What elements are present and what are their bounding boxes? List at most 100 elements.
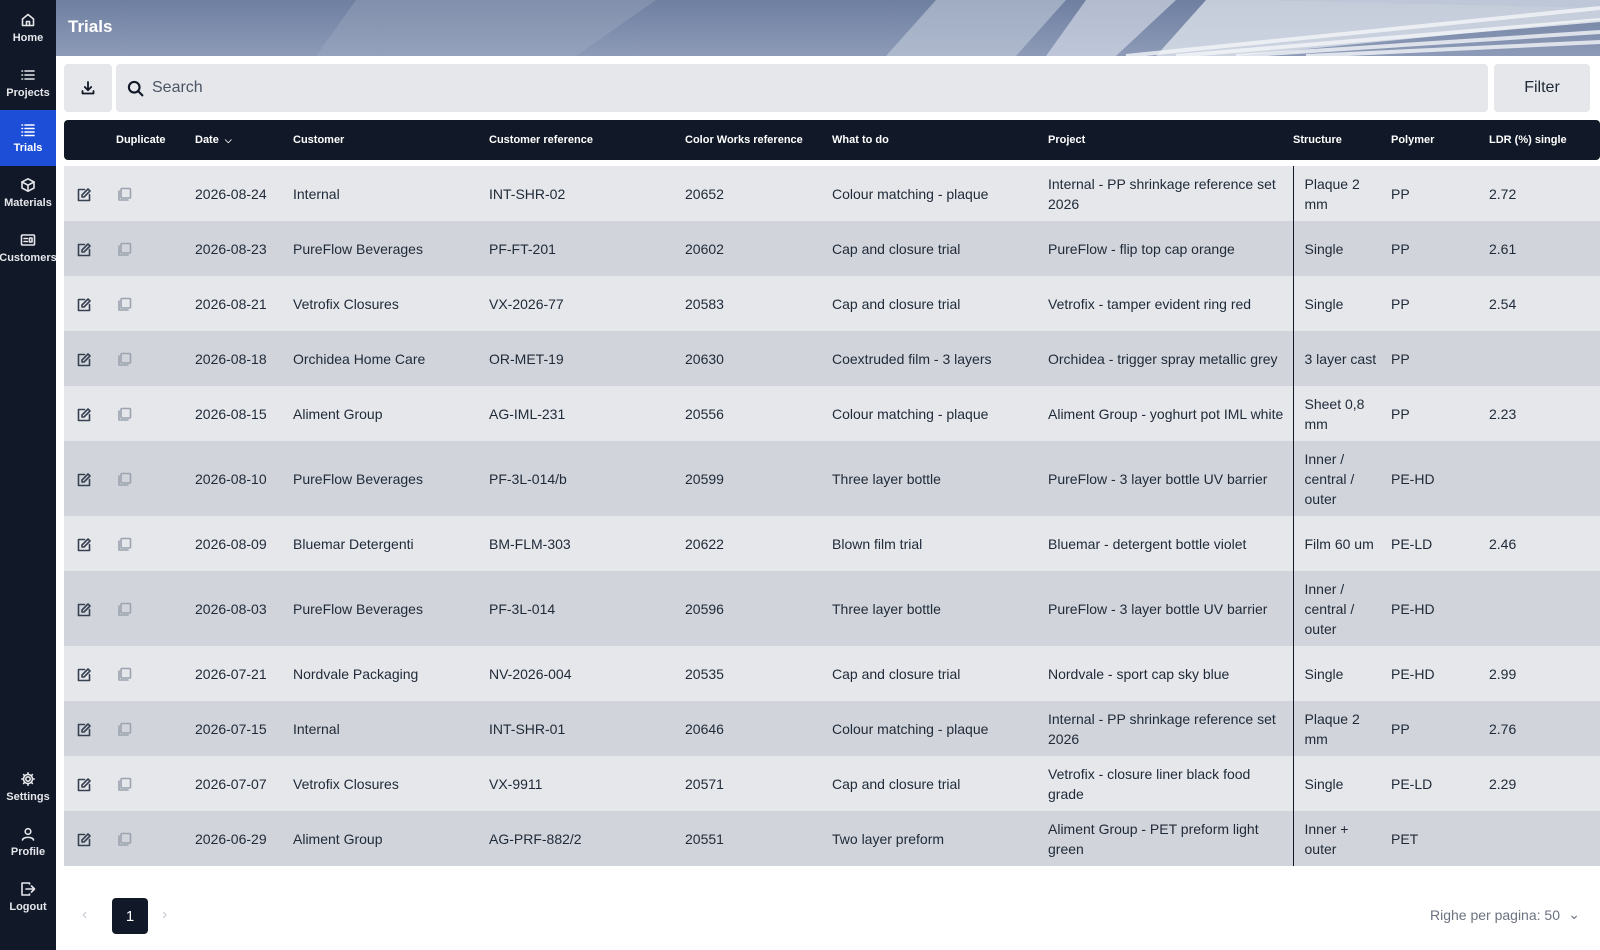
nav-customers[interactable]: Customers (0, 220, 57, 276)
cell-ldr: 2.72 (1489, 185, 1517, 202)
edit-button[interactable] (64, 646, 116, 701)
search-input[interactable] (150, 78, 1454, 98)
edit-button[interactable] (64, 166, 116, 221)
table-row[interactable]: 2026-08-15 Aliment Group AG-IML-231 20556 Co… (64, 386, 1600, 441)
edit-button[interactable] (64, 701, 116, 756)
search-bar[interactable] (116, 64, 1488, 112)
cell-polymer: PET (1391, 830, 1419, 847)
cell-cw-ref: 20622 (685, 535, 724, 552)
edit-button[interactable] (64, 811, 116, 866)
duplicate-button[interactable] (116, 166, 195, 221)
cell-date: 2026-07-21 (195, 665, 267, 682)
edit-button[interactable] (64, 756, 116, 811)
cell-customer-ref: AG-IML-231 (489, 405, 566, 422)
table-row[interactable]: 2026-08-09 Bluemar Detergenti BM-FLM-303 20… (64, 516, 1600, 571)
duplicate-button[interactable] (116, 516, 195, 571)
duplicate-icon (118, 297, 132, 311)
sidebar: Home Projects Trials Materials Customers… (0, 0, 57, 950)
duplicate-button[interactable] (116, 701, 195, 756)
cell-what-to-do: Two layer preform (832, 830, 945, 847)
nav-projects[interactable]: Projects (0, 55, 56, 111)
table-row[interactable]: 2026-06-29 Aliment Group AG-PRF-882/2 20551… (64, 811, 1600, 866)
home-icon (21, 13, 35, 27)
edit-icon (77, 667, 91, 682)
nav-trials[interactable]: Trials (0, 110, 56, 166)
cell-cw-ref: 20556 (685, 405, 724, 422)
table-row[interactable]: 2026-07-15 Internal INT-SHR-01 20646 Colour … (64, 701, 1600, 756)
cell-cw-ref: 20646 (685, 720, 724, 737)
duplicate-button[interactable] (116, 331, 195, 386)
cell-customer: Aliment Group (293, 405, 383, 422)
duplicate-button[interactable] (116, 276, 195, 331)
nav-settings[interactable]: Settings (0, 759, 56, 815)
nav-trials-label: Trials (13, 142, 43, 154)
cell-date: 2026-08-10 (195, 470, 267, 487)
logout-icon (21, 882, 36, 896)
edit-icon (77, 352, 91, 367)
filter-button[interactable]: Filter (1494, 64, 1590, 112)
edit-button[interactable] (64, 276, 116, 331)
table-row[interactable]: 2026-08-10 PureFlow Beverages PF-3L-014/b 2… (64, 441, 1600, 516)
duplicate-button[interactable] (116, 441, 195, 516)
cell-project: Orchidea - trigger spray metallic grey (1048, 350, 1278, 367)
table-row[interactable]: 2026-08-18 Orchidea Home Care OR-MET-19 206… (64, 331, 1600, 386)
chevron-down-icon[interactable]: ⌄ (1568, 906, 1580, 923)
duplicate-icon (118, 352, 132, 366)
cell-structure: Inner / central / outer (1292, 571, 1391, 646)
edit-button[interactable] (64, 441, 116, 516)
download-button[interactable] (64, 64, 112, 112)
edit-button[interactable] (64, 331, 116, 386)
duplicate-button[interactable] (116, 386, 195, 441)
cell-project: PureFlow - 3 layer bottle UV barrier (1048, 470, 1268, 487)
cell-customer-ref: VX-2026-77 (489, 295, 564, 312)
page-button-current[interactable]: 1 (112, 898, 148, 934)
edit-icon (77, 472, 91, 487)
pagination: ‹ 1 › Righe per pagina: 50 ⌄ (64, 896, 1600, 936)
edit-button[interactable] (64, 571, 116, 646)
cell-what-to-do: Three layer bottle (832, 600, 941, 617)
chevron-right-icon[interactable]: › (162, 906, 167, 924)
cell-project: Nordvale - sport cap sky blue (1048, 665, 1230, 682)
cell-customer-ref: BM-FLM-303 (489, 535, 571, 552)
col-polymer-header: Polymer (1391, 134, 1435, 146)
box-icon (21, 178, 35, 192)
col-date-header[interactable]: Date ⌵ (195, 120, 293, 160)
cell-ldr: 2.46 (1489, 535, 1517, 552)
cell-customer: Bluemar Detergenti (293, 535, 414, 552)
cell-project: Internal - PP shrinkage reference set 20… (1048, 175, 1276, 212)
cell-customer: Internal (293, 185, 340, 202)
table-row[interactable]: 2026-08-03 PureFlow Beverages PF-3L-014 205… (64, 571, 1600, 646)
cell-structure: Single (1292, 221, 1391, 276)
chevron-left-icon[interactable]: ‹ (82, 906, 87, 924)
cell-customer-ref: INT-SHR-01 (489, 720, 566, 737)
sort-desc-icon[interactable]: ⌵ (225, 132, 232, 148)
duplicate-button[interactable] (116, 811, 195, 866)
table-row[interactable]: 2026-08-23 PureFlow Beverages PF-FT-201 206… (64, 221, 1600, 276)
nav-materials[interactable]: Materials (0, 165, 56, 221)
cell-what-to-do: Colour matching - plaque (832, 405, 989, 422)
edit-button[interactable] (64, 516, 116, 571)
nav-logout[interactable]: Logout (0, 869, 56, 925)
table-row[interactable]: 2026-08-24 Internal INT-SHR-02 20652 Colour … (64, 166, 1600, 221)
cell-structure: Inner / central / outer (1292, 441, 1391, 516)
edit-icon (77, 187, 91, 202)
cell-polymer: PP (1391, 350, 1410, 367)
cell-ldr: 2.23 (1489, 405, 1517, 422)
cell-customer-ref: PF-3L-014/b (489, 470, 567, 487)
duplicate-button[interactable] (116, 221, 195, 276)
edit-button[interactable] (64, 221, 116, 276)
edit-icon (77, 537, 91, 552)
cell-customer: Vetrofix Closures (293, 295, 399, 312)
cell-date: 2026-07-07 (195, 775, 267, 792)
cell-date: 2026-08-23 (195, 240, 267, 257)
duplicate-button[interactable] (116, 571, 195, 646)
table-row[interactable]: 2026-08-21 Vetrofix Closures VX-2026-77 205… (64, 276, 1600, 331)
nav-profile[interactable]: Profile (0, 814, 56, 870)
nav-home[interactable]: Home (0, 0, 56, 56)
rows-per-page-select[interactable]: Righe per pagina: 50 (1430, 907, 1560, 923)
duplicate-button[interactable] (116, 756, 195, 811)
edit-button[interactable] (64, 386, 116, 441)
duplicate-button[interactable] (116, 646, 195, 701)
table-row[interactable]: 2026-07-21 Nordvale Packaging NV-2026-004 2… (64, 646, 1600, 701)
table-row[interactable]: 2026-07-07 Vetrofix Closures VX-9911 20571 C… (64, 756, 1600, 811)
